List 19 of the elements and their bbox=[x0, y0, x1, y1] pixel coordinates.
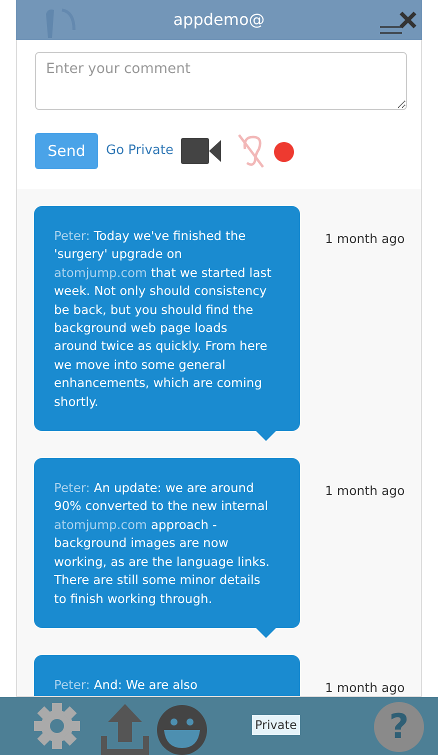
message-text: Peter: And: We are also bbox=[54, 678, 198, 692]
message-text: Peter: An update: we are around 90% converted to the new internal atomjump.com approach - background images are now working, as are the language links. There are still some minor details to finish working through. bbox=[54, 481, 270, 606]
help-button[interactable]: ? bbox=[374, 702, 424, 752]
smiley-icon[interactable] bbox=[156, 704, 208, 755]
menu-icon[interactable] bbox=[380, 26, 402, 34]
tooltip: Private bbox=[252, 715, 300, 735]
send-button[interactable]: Send bbox=[35, 133, 98, 169]
close-icon[interactable] bbox=[398, 10, 418, 30]
message-text: Peter: Today we've finished the 'surgery' upgrade on atomjump.com that we started last week. Not only should consistency be back, but you should find the background web page loads around twice as quickly. From here we move into some general enhancements, which are coming shortly. bbox=[54, 229, 272, 409]
window-title: appdemo@ bbox=[173, 9, 265, 31]
timestamp: 1 month ago bbox=[325, 482, 405, 500]
timestamp: 1 month ago bbox=[325, 678, 405, 696]
go-private-link[interactable]: Go Private bbox=[106, 141, 174, 161]
timestamp: 1 month ago bbox=[325, 230, 405, 248]
video-camera-icon[interactable] bbox=[181, 138, 222, 164]
record-icon[interactable] bbox=[273, 140, 296, 163]
comment-field[interactable]: Enter your comment bbox=[35, 52, 407, 110]
link[interactable]: atomjump.com bbox=[54, 266, 148, 280]
link[interactable]: atomjump.com bbox=[54, 518, 148, 532]
